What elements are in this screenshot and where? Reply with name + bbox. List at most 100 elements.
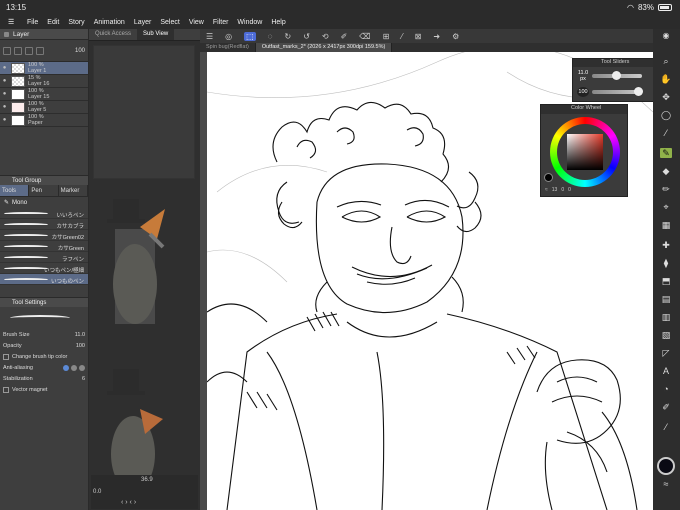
saturation-value-square[interactable]: [567, 134, 603, 170]
lasso-icon[interactable]: ◌: [268, 32, 273, 41]
figure-icon[interactable]: ▥: [660, 312, 672, 322]
zoom-value[interactable]: 36.9: [141, 477, 153, 483]
eye-icon[interactable]: ●: [0, 78, 9, 84]
fill-bucket-icon[interactable]: ⬒: [660, 276, 672, 286]
antialias-row[interactable]: Anti-aliasing: [0, 362, 88, 373]
stabilization-value[interactable]: 6: [82, 376, 85, 382]
brush-item-2[interactable]: カサカブラ: [0, 219, 88, 230]
menu-layer[interactable]: Layer: [134, 19, 152, 26]
lasso-select-icon[interactable]: ◯: [660, 110, 672, 120]
tool-settings-header[interactable]: Tool Settings: [0, 297, 88, 307]
size-slider[interactable]: [592, 71, 642, 80]
eye-icon[interactable]: ●: [0, 117, 9, 123]
opacity-slider-row[interactable]: 100: [573, 85, 653, 99]
crop-icon[interactable]: ⊞: [383, 32, 390, 41]
clip-icon[interactable]: [36, 46, 44, 55]
change-tip-row[interactable]: Change brush tip color: [0, 351, 88, 362]
undo-icon[interactable]: ↺: [303, 32, 310, 41]
fill-icon[interactable]: ✐: [341, 32, 348, 41]
layer-panel-header[interactable]: Layer: [0, 29, 88, 40]
opacity-row[interactable]: Opacity 100: [0, 340, 88, 351]
menu-filter[interactable]: Filter: [213, 19, 229, 26]
antialias-option-icon[interactable]: [71, 364, 77, 371]
layer-row-3[interactable]: ● 100 % Layer 15: [0, 88, 88, 101]
brush-size-row[interactable]: Brush Size 11.0: [0, 329, 88, 340]
move-icon[interactable]: ✥: [660, 92, 672, 102]
balloon-icon[interactable]: ◔: [660, 384, 672, 394]
change-tip-checkbox[interactable]: [3, 353, 9, 360]
antialias-options[interactable]: [63, 364, 85, 371]
rotate-value[interactable]: 0.0: [93, 489, 101, 495]
brush-icon[interactable]: ⌖: [660, 202, 672, 212]
current-color-swatch[interactable]: [544, 173, 553, 182]
tab-tools[interactable]: Tools: [0, 185, 30, 196]
brush-item-1[interactable]: いいろペン: [0, 208, 88, 219]
layer-row-5[interactable]: ● 100 % Paper: [0, 114, 88, 127]
tab-marker[interactable]: Marker: [59, 185, 88, 196]
tab-quick-access[interactable]: Quick Access: [89, 29, 137, 40]
blend-icon[interactable]: ⧫: [660, 258, 672, 268]
stabilization-row[interactable]: Stabilization 6: [0, 373, 88, 384]
saturation-value[interactable]: 0: [561, 187, 564, 193]
symmetric-icon[interactable]: ⊠: [415, 32, 422, 41]
size-slider-row[interactable]: 11.0 px: [573, 67, 653, 85]
eye-icon[interactable]: ●: [0, 91, 9, 97]
layer-row-4[interactable]: ● 100 % Layer 5: [0, 101, 88, 114]
brightness-value[interactable]: 0: [568, 187, 571, 193]
hamburger-menu-icon[interactable]: ☰: [8, 18, 18, 26]
airbrush-icon[interactable]: ▦: [660, 220, 672, 230]
blend-mode-select[interactable]: [14, 46, 22, 55]
decoration-icon[interactable]: ✚: [660, 240, 672, 250]
clear-icon[interactable]: ⌫: [359, 32, 370, 41]
brush-item-3[interactable]: カサGreen02: [0, 230, 88, 241]
menu-help[interactable]: Help: [271, 19, 285, 26]
menu-select[interactable]: Select: [160, 19, 179, 26]
transform-icon[interactable]: ⬚: [244, 31, 256, 41]
frame-icon[interactable]: ▧: [660, 330, 672, 340]
eraser-icon[interactable]: ◆: [660, 166, 672, 176]
eye-icon[interactable]: ●: [0, 65, 9, 71]
menu-edit[interactable]: Edit: [47, 19, 59, 26]
brush-item-4[interactable]: カサGreen: [0, 241, 88, 252]
antialias-option-icon[interactable]: [79, 364, 85, 371]
correct-line-icon[interactable]: ✐: [660, 402, 672, 412]
pencil-icon[interactable]: ✏: [660, 184, 672, 194]
nav-arrows-icon[interactable]: ‹ › ‹ ›: [121, 499, 136, 506]
menu-window[interactable]: Window: [237, 19, 262, 26]
tab-pen[interactable]: Pen: [29, 185, 59, 196]
tab-sub-view[interactable]: Sub View: [137, 29, 175, 40]
size-slider-knob[interactable]: [612, 71, 621, 80]
layer-opacity-value[interactable]: 100: [75, 48, 85, 54]
brush-item-5[interactable]: ラフペン: [0, 252, 88, 263]
menu-file[interactable]: File: [27, 19, 38, 26]
pen-pressure-icon[interactable]: ⁄: [401, 32, 402, 41]
lock-icon[interactable]: [25, 46, 33, 55]
text-icon[interactable]: A: [660, 366, 672, 376]
settings-icon[interactable]: ⚙: [452, 32, 459, 41]
vector-checkbox[interactable]: [3, 386, 9, 393]
color-swap-icon[interactable]: ≈: [660, 479, 672, 489]
pen-tool-icon[interactable]: ✎: [660, 148, 672, 158]
subtool-group[interactable]: ✎ Mono: [0, 197, 88, 208]
ruler-icon[interactable]: ◸: [660, 348, 672, 358]
undo-history-icon[interactable]: ⟲: [322, 32, 329, 41]
brush-item-7[interactable]: いつものペン: [0, 274, 88, 285]
menu-story[interactable]: Story: [68, 19, 84, 26]
menu-view[interactable]: View: [189, 19, 204, 26]
app-logo-icon[interactable]: ◉: [658, 31, 674, 41]
eye-icon[interactable]: ●: [0, 104, 9, 110]
gradient-icon[interactable]: ▤: [660, 294, 672, 304]
layer-row-2[interactable]: ● 15 % Layer 16: [0, 75, 88, 88]
eyedropper-icon[interactable]: ⁄: [660, 128, 672, 138]
doc-tab-1[interactable]: Spin bug(Redflat): [200, 43, 256, 52]
zoom-icon[interactable]: ⌕: [660, 56, 672, 66]
layer-row-1[interactable]: ● 100 % Layer 1: [0, 62, 88, 75]
arrow-right-icon[interactable]: ➜: [433, 32, 440, 41]
main-color-swatch[interactable]: [657, 457, 675, 475]
tool-group-header[interactable]: Tool Group: [0, 175, 88, 185]
opacity-slider-knob[interactable]: [634, 87, 643, 96]
layer-color-icon[interactable]: ◎: [225, 32, 232, 41]
doc-tab-2[interactable]: Outfast_marks_2* (2026 x 2417px 300dpi 1…: [255, 43, 393, 52]
hue-value[interactable]: 13: [552, 187, 558, 193]
color-wheel-title[interactable]: Color Wheel: [541, 105, 627, 114]
